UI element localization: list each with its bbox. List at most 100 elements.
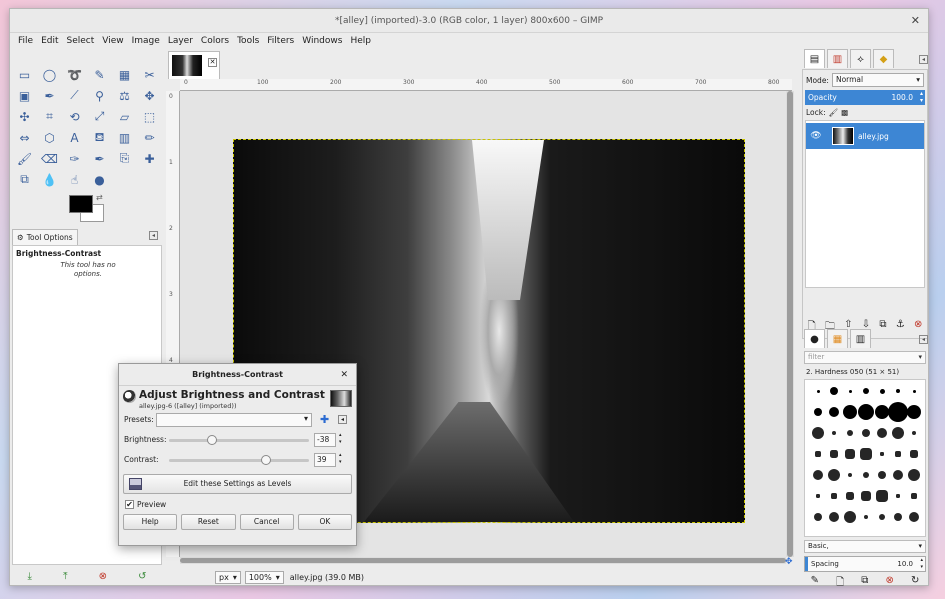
brush-swatch[interactable]: [908, 469, 920, 481]
brush-swatch[interactable]: [847, 430, 853, 436]
brush-swatch[interactable]: [911, 493, 917, 499]
brush-swatch[interactable]: [860, 448, 872, 460]
brush-swatch[interactable]: [815, 451, 821, 457]
contrast-slider-handle[interactable]: [261, 455, 272, 465]
paths-icon[interactable]: ✒: [39, 86, 60, 105]
navigate-icon[interactable]: ✥: [785, 557, 793, 567]
tab-menu-icon[interactable]: ◂: [149, 231, 158, 240]
brush-swatch[interactable]: [893, 470, 903, 480]
crop-icon[interactable]: ⌗: [39, 107, 60, 126]
opacity-slider[interactable]: Opacity 100.0 ▴ ▾: [805, 90, 925, 105]
foreground-select-icon[interactable]: ▣: [14, 86, 35, 105]
blend-icon[interactable]: ▥: [114, 128, 135, 147]
brush-swatch[interactable]: [912, 389, 916, 393]
perspective-icon[interactable]: ⬚: [139, 107, 160, 126]
menu-tools[interactable]: Tools: [233, 33, 263, 49]
bucket-fill-icon[interactable]: ⛾: [89, 128, 110, 147]
scissors-icon[interactable]: ✂: [139, 65, 160, 84]
brush-swatch[interactable]: [862, 429, 870, 437]
text-icon[interactable]: A: [64, 128, 85, 147]
color-select-icon[interactable]: ▦: [114, 65, 135, 84]
contrast-slider[interactable]: [169, 455, 309, 465]
foreground-color-swatch[interactable]: [69, 195, 93, 213]
brush-swatch[interactable]: [861, 491, 871, 501]
zoom-select[interactable]: 100% ▾: [244, 570, 284, 584]
move-icon[interactable]: ✥: [139, 86, 160, 105]
lock-pixels-icon[interactable]: 🖌: [829, 108, 839, 117]
menu-select[interactable]: Select: [63, 33, 99, 49]
brush-swatch[interactable]: [828, 469, 840, 481]
color-picker-icon[interactable]: ⟋: [64, 86, 85, 105]
fuzzy-select-icon[interactable]: ✎: [89, 65, 110, 84]
measure-icon[interactable]: ⚖: [114, 86, 135, 105]
brush-swatch[interactable]: [814, 408, 822, 416]
swap-colors-icon[interactable]: ⇄: [96, 193, 103, 202]
ok-button[interactable]: OK: [297, 514, 352, 530]
visibility-eye-icon[interactable]: 👁: [806, 131, 826, 141]
spin-arrows-icon[interactable]: ▴ ▾: [920, 557, 923, 571]
brush-swatch[interactable]: [858, 404, 874, 420]
eraser-icon[interactable]: ⌫: [39, 149, 60, 168]
brightness-input[interactable]: -38: [314, 433, 336, 447]
brush-swatch[interactable]: [877, 428, 887, 438]
perspective-clone-icon[interactable]: ⧉: [14, 170, 35, 189]
spacing-slider[interactable]: Spacing 10.0 ▴ ▾: [804, 556, 926, 572]
tab-patterns[interactable]: ▦: [827, 329, 848, 348]
ink-icon[interactable]: ✒: [89, 149, 110, 168]
brush-swatch[interactable]: [843, 405, 857, 419]
scale-icon[interactable]: ⤢: [89, 107, 110, 126]
lock-alpha-icon[interactable]: ▩: [841, 108, 848, 117]
tab-tool-options[interactable]: ⚙ Tool Options: [12, 229, 78, 245]
brush-swatch[interactable]: [848, 389, 852, 393]
heal-icon[interactable]: ✚: [139, 149, 160, 168]
clone-icon[interactable]: ⎘: [114, 149, 135, 168]
brush-swatch[interactable]: [896, 494, 900, 498]
duplicate-brush-icon[interactable]: ⧉: [861, 575, 868, 592]
brush-swatch[interactable]: [880, 452, 884, 456]
brush-swatch[interactable]: [895, 451, 901, 457]
paintbrush-icon[interactable]: 🖌: [14, 149, 35, 168]
save-options-icon[interactable]: ⤓: [28, 571, 32, 582]
spin-arrows-icon[interactable]: ▴ ▾: [339, 452, 342, 466]
horizontal-scroll-thumb[interactable]: [180, 558, 786, 563]
brush-swatch[interactable]: [912, 431, 916, 435]
brush-swatch[interactable]: [829, 407, 839, 417]
airbrush-icon[interactable]: ✑: [64, 149, 85, 168]
vertical-scrollbar[interactable]: [786, 91, 794, 557]
brush-swatch[interactable]: [879, 388, 885, 394]
brush-swatch[interactable]: [910, 450, 918, 458]
free-select-icon[interactable]: ➰: [64, 65, 85, 84]
brush-swatch[interactable]: [816, 389, 820, 393]
close-icon[interactable]: ✕: [340, 364, 348, 386]
flip-icon[interactable]: ⇔: [14, 128, 35, 147]
presets-select[interactable]: ▾: [156, 413, 312, 427]
tab-brushes[interactable]: ●: [804, 329, 825, 348]
menu-edit[interactable]: Edit: [37, 33, 62, 49]
spin-arrows-icon[interactable]: ▴ ▾: [920, 90, 923, 104]
menu-layer[interactable]: Layer: [164, 33, 197, 49]
menu-windows[interactable]: Windows: [298, 33, 346, 49]
brush-swatch[interactable]: [848, 473, 852, 477]
brush-swatch[interactable]: [831, 493, 837, 499]
restore-options-icon[interactable]: ⤒: [63, 571, 67, 582]
brush-grid[interactable]: [804, 379, 926, 537]
close-icon[interactable]: ✕: [911, 9, 920, 33]
brush-swatch[interactable]: [876, 490, 888, 502]
brush-swatch[interactable]: [875, 405, 889, 419]
cage-icon[interactable]: ⬡: [39, 128, 60, 147]
brightness-slider[interactable]: [169, 435, 309, 445]
presets-menu-icon[interactable]: ◂: [338, 415, 347, 424]
menu-colors[interactable]: Colors: [197, 33, 233, 49]
edit-as-levels-button[interactable]: Edit these Settings as Levels: [123, 474, 352, 494]
preview-checkbox[interactable]: ✔: [125, 499, 134, 509]
brush-swatch[interactable]: [846, 492, 854, 500]
unit-select[interactable]: px ▾: [215, 570, 241, 584]
refresh-brushes-icon[interactable]: ↻: [911, 575, 919, 592]
delete-options-icon[interactable]: ⊗: [99, 571, 107, 582]
brightness-slider-handle[interactable]: [207, 435, 218, 445]
tab-paths[interactable]: ⟡: [850, 49, 871, 68]
brush-swatch[interactable]: [907, 405, 921, 419]
brush-swatch[interactable]: [864, 515, 868, 519]
menu-file[interactable]: File: [14, 33, 37, 49]
brush-swatch[interactable]: [844, 511, 856, 523]
